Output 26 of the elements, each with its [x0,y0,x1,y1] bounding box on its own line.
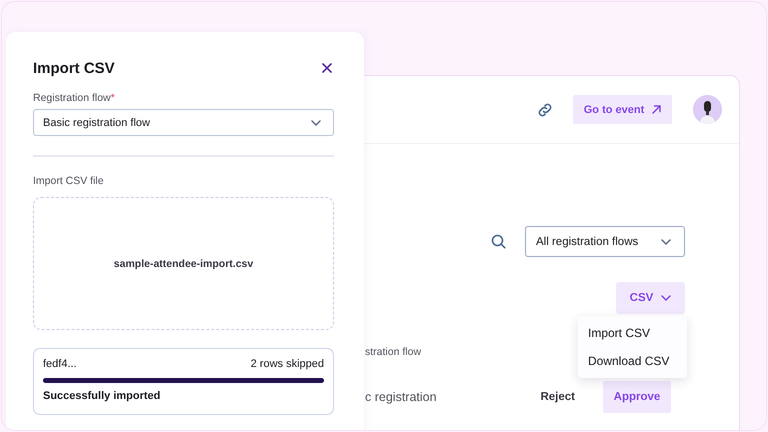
approve-button[interactable]: Approve [603,381,671,413]
file-name: sample-attendee-import.csv [114,258,254,270]
link-icon[interactable] [537,102,553,118]
field-label: Registration flow* [33,92,116,104]
arrow-up-right-icon [652,105,662,114]
search-icon[interactable] [491,234,506,249]
chevron-down-icon [661,295,672,301]
field-label: Import CSV file [33,175,105,187]
registration-flow-select[interactable]: Basic registration flow [33,109,334,136]
skipped-count: 2 rows skipped [250,358,324,370]
reject-button[interactable]: Reject [540,381,575,413]
menu-item[interactable]: Import CSV [578,319,687,347]
flow-filter-select[interactable]: All registration flows [525,226,685,257]
file-id: fedf4... [43,358,77,370]
table-cell-text: c registration [365,390,438,404]
menu-item[interactable]: Download CSV [578,347,687,375]
column-header: stration flow [364,346,422,358]
panel-title: Import CSV [33,60,115,76]
csv-button[interactable]: CSV [616,282,685,314]
avatar[interactable] [693,95,722,124]
file-drop-zone[interactable]: sample-attendee-import.csv [33,197,334,330]
close-icon[interactable] [320,61,334,75]
import-status: Successfully imported [43,390,162,402]
go-to-event-button[interactable]: Go to event [573,95,672,124]
chevron-down-icon [661,238,671,244]
chevron-down-icon [311,120,321,126]
